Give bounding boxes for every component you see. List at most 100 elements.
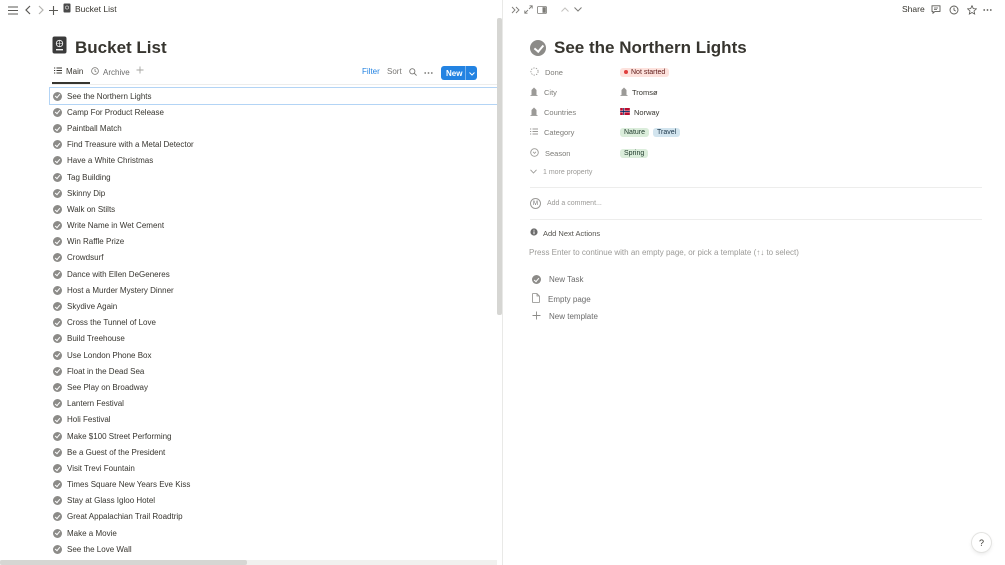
- property-countries[interactable]: Countries Norway: [530, 104, 990, 120]
- list-item[interactable]: Have a White Christmas: [50, 153, 497, 169]
- check-circle-icon[interactable]: [53, 480, 62, 490]
- template-new-task[interactable]: New Task: [532, 275, 584, 284]
- list-item[interactable]: Find Treasure with a Metal Detector: [50, 137, 497, 153]
- list-item[interactable]: Stay at Glass Igloo Hotel: [50, 493, 497, 509]
- check-circle-icon[interactable]: [53, 123, 62, 133]
- filter-button[interactable]: Filter: [362, 67, 380, 76]
- chevron-down-icon[interactable]: [466, 69, 475, 78]
- template-empty-page[interactable]: Empty page: [532, 293, 591, 305]
- list-item[interactable]: Paintball Match: [50, 120, 497, 136]
- check-circle-icon[interactable]: [53, 512, 62, 522]
- check-circle-icon[interactable]: [53, 366, 62, 376]
- sort-button[interactable]: Sort: [387, 67, 402, 76]
- add-view-icon[interactable]: [136, 66, 144, 74]
- list-item[interactable]: See the Northern Lights: [49, 86, 498, 106]
- check-circle-icon[interactable]: [53, 463, 62, 473]
- list-item[interactable]: Tag Building: [50, 169, 497, 185]
- list-item[interactable]: Cross the Tunnel of Love: [50, 315, 497, 331]
- tab-archive[interactable]: Archive: [91, 67, 130, 77]
- star-icon[interactable]: [965, 3, 978, 16]
- check-circle-icon[interactable]: [53, 334, 62, 344]
- expand-icon[interactable]: [522, 3, 535, 16]
- property-value[interactable]: Norway: [620, 107, 659, 117]
- property-done[interactable]: Done Not started: [530, 64, 990, 80]
- list-item[interactable]: Crowdsurf: [50, 250, 497, 266]
- list-item[interactable]: Dance with Ellen DeGeneres: [50, 266, 497, 282]
- property-city[interactable]: City Tromsø: [530, 84, 990, 100]
- check-circle-icon[interactable]: [53, 544, 62, 554]
- search-icon[interactable]: [409, 68, 417, 78]
- list-item[interactable]: See Play on Broadway: [50, 379, 497, 395]
- horizontal-scroll-thumb[interactable]: [0, 560, 247, 565]
- new-button[interactable]: New: [441, 66, 477, 80]
- check-circle-icon[interactable]: [53, 188, 62, 198]
- chevron-up-icon[interactable]: [558, 3, 571, 16]
- property-value[interactable]: Spring: [620, 148, 649, 158]
- property-season[interactable]: Season Spring: [530, 145, 990, 161]
- tag-nature[interactable]: Nature: [620, 127, 650, 137]
- side-peek-icon[interactable]: [535, 3, 548, 16]
- check-circle-icon[interactable]: [53, 269, 62, 279]
- list-item[interactable]: Skinny Dip: [50, 185, 497, 201]
- check-circle-icon[interactable]: [53, 285, 62, 295]
- page-title[interactable]: See the Northern Lights: [554, 38, 747, 58]
- list-item[interactable]: Make $100 Street Performing: [50, 428, 497, 444]
- property-value[interactable]: Not started: [620, 67, 670, 77]
- share-button[interactable]: Share: [902, 4, 925, 14]
- check-circle-icon[interactable]: [53, 382, 62, 392]
- list-item[interactable]: Great Appalachian Trail Roadtrip: [50, 509, 497, 525]
- check-circle-icon[interactable]: [53, 318, 62, 328]
- tag-travel[interactable]: Travel: [653, 127, 681, 137]
- check-circle-icon[interactable]: [53, 399, 62, 409]
- add-next-actions-button[interactable]: Add Next Actions: [530, 228, 600, 238]
- property-category[interactable]: Category Nature Travel: [530, 124, 990, 140]
- tag-spring[interactable]: Spring: [620, 148, 649, 158]
- close-panel-icon[interactable]: [509, 3, 522, 16]
- breadcrumb[interactable]: Bucket List: [63, 3, 117, 15]
- check-circle-icon[interactable]: [53, 140, 62, 150]
- check-circle-icon[interactable]: [53, 415, 62, 425]
- check-circle-icon[interactable]: [53, 528, 62, 538]
- list-item[interactable]: Visit Trevi Fountain: [50, 460, 497, 476]
- list-item[interactable]: Skydive Again: [50, 298, 497, 314]
- list-item[interactable]: Holi Festival: [50, 412, 497, 428]
- check-circle-icon[interactable]: [53, 107, 62, 117]
- more-options-icon[interactable]: [424, 68, 433, 77]
- list-item[interactable]: Be a Guest of the President: [50, 444, 497, 460]
- list-item[interactable]: Make a Movie: [50, 525, 497, 541]
- check-circle-icon[interactable]: [53, 204, 62, 214]
- check-circle-icon[interactable]: [53, 496, 62, 506]
- check-circle-icon[interactable]: [53, 91, 62, 101]
- check-circle-icon[interactable]: [53, 172, 62, 182]
- check-circle-icon[interactable]: [53, 237, 62, 247]
- list-item[interactable]: See the Love Wall: [50, 541, 497, 557]
- new-page-plus-icon[interactable]: [46, 3, 60, 17]
- template-new-template[interactable]: New template: [532, 311, 598, 322]
- property-value[interactable]: Tromsø: [620, 87, 658, 98]
- check-circle-icon[interactable]: [53, 302, 62, 312]
- history-icon[interactable]: [947, 3, 960, 16]
- list-item[interactable]: Times Square New Years Eve Kiss: [50, 477, 497, 493]
- check-circle-icon[interactable]: [53, 447, 62, 457]
- comment-input[interactable]: M Add a comment...: [530, 198, 602, 209]
- status-badge[interactable]: Not started: [620, 67, 670, 77]
- more-options-icon[interactable]: [981, 3, 994, 16]
- list-item[interactable]: Walk on Stilts: [50, 201, 497, 217]
- list-item[interactable]: Float in the Dead Sea: [50, 363, 497, 379]
- check-circle-icon[interactable]: [53, 350, 62, 360]
- list-item[interactable]: Camp For Product Release: [50, 104, 497, 120]
- chevron-down-icon[interactable]: [571, 3, 584, 16]
- list-item[interactable]: Use London Phone Box: [50, 347, 497, 363]
- list-item[interactable]: Write Name in Wet Cement: [50, 218, 497, 234]
- check-circle-icon[interactable]: [53, 156, 62, 166]
- check-circle-icon[interactable]: [53, 431, 62, 441]
- menu-icon[interactable]: [6, 3, 20, 17]
- help-button[interactable]: ?: [972, 533, 991, 552]
- list-item[interactable]: Win Raffle Prize: [50, 234, 497, 250]
- list-item[interactable]: Host a Murder Mystery Dinner: [50, 282, 497, 298]
- list-item[interactable]: Build Treehouse: [50, 331, 497, 347]
- comments-icon[interactable]: [929, 3, 942, 16]
- more-properties-toggle[interactable]: 1 more property: [530, 169, 592, 176]
- property-value[interactable]: Nature Travel: [620, 127, 681, 137]
- list-item[interactable]: Lantern Festival: [50, 396, 497, 412]
